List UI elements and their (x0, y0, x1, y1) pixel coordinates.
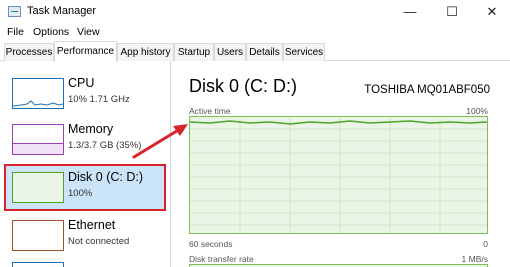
annotation-arrow (132, 124, 188, 159)
